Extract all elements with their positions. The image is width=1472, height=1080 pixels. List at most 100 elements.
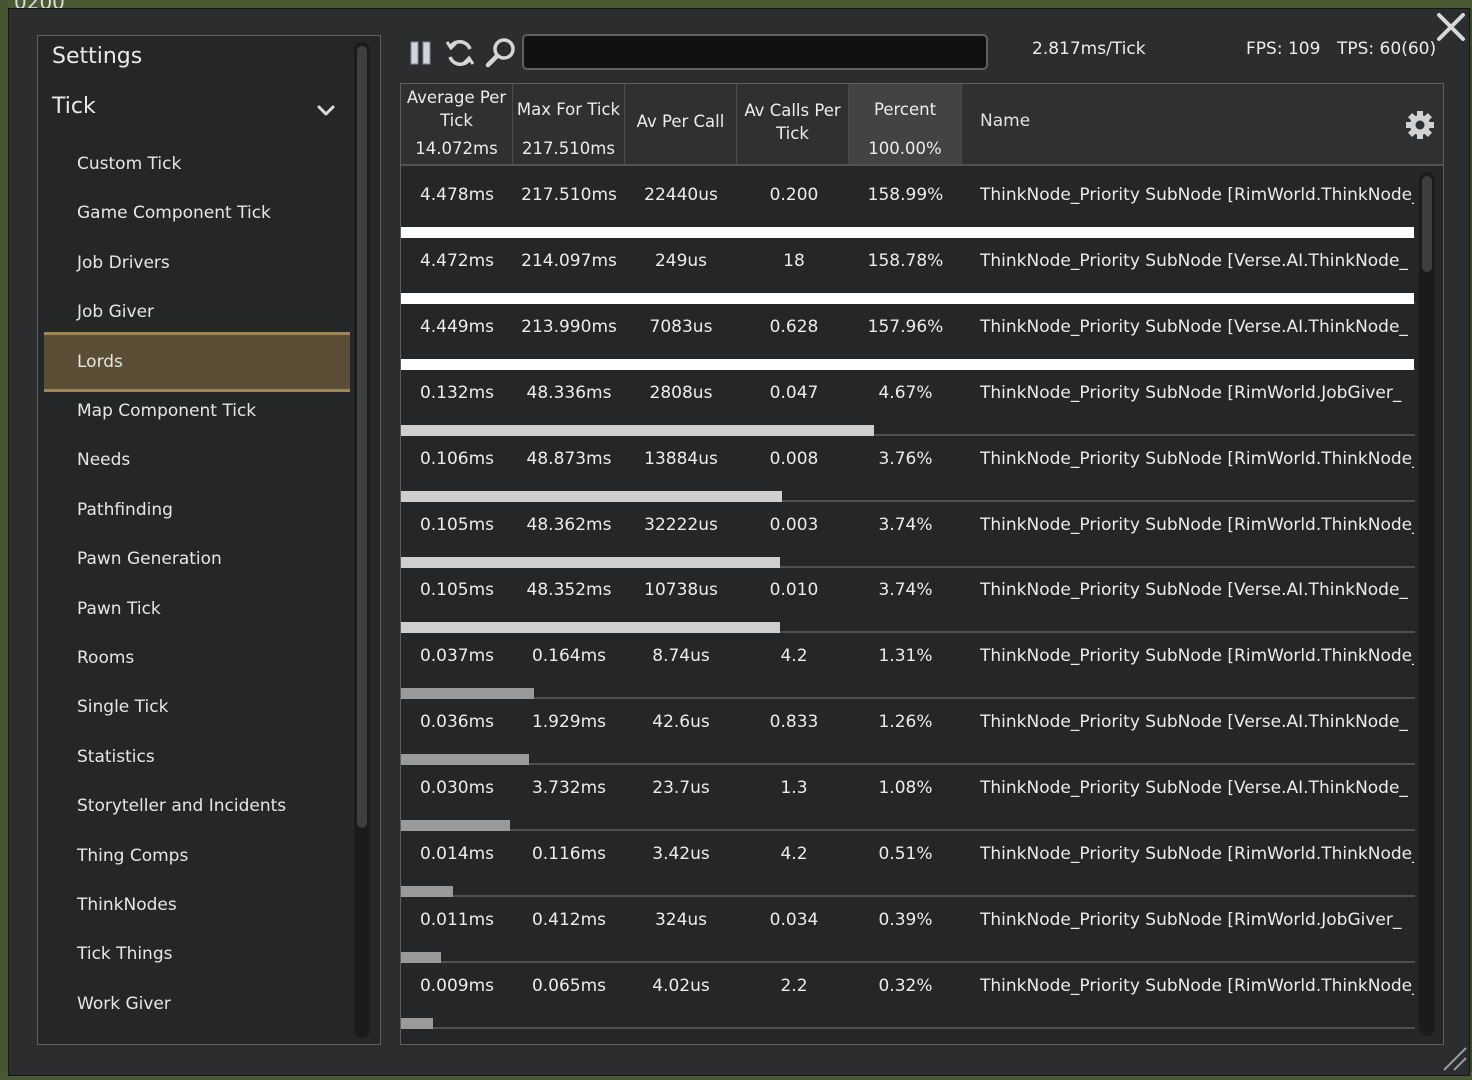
tps-readout: TPS: 60(60): [1337, 39, 1437, 59]
cell-max-for-tick: 0.065ms: [531, 975, 607, 996]
cell-av-calls-per-tick: 1.3: [780, 778, 808, 799]
table-row[interactable]: 0.014ms 0.116ms 3.42us 4.2 0.51% ThinkNode_Pr…: [401, 827, 1415, 897]
table-row[interactable]: 0.030ms 3.732ms 23.7us 1.3 1.08% ThinkNode_Pr…: [401, 761, 1415, 832]
cell-max-for-tick: 213.990ms: [521, 316, 617, 337]
cell-av-calls-per-tick: 0.008: [769, 448, 819, 469]
cell-av-per-call: 8.74us: [652, 646, 710, 667]
cell-av-calls-per-tick: 18: [783, 250, 805, 271]
sidebar-item[interactable]: Job Drivers: [44, 239, 350, 287]
column-average-per-tick[interactable]: Average Per Tick 14.072ms: [401, 84, 513, 164]
sidebar-item[interactable]: ThinkNodes: [44, 881, 350, 929]
column-label: Av Calls Per Tick: [744, 101, 841, 143]
cell-average-per-tick: 0.014ms: [419, 844, 495, 864]
sidebar-item[interactable]: Game Component Tick: [44, 189, 350, 237]
sidebar-item[interactable]: Map Component Tick: [44, 387, 350, 435]
column-label: Percent: [873, 100, 937, 119]
toolbar: 2.817ms/Tick FPS: 109 TPS: 60(60): [400, 30, 1440, 76]
sidebar-item[interactable]: Pawn Generation: [44, 535, 350, 583]
cell-av-per-call: 7083us: [649, 316, 713, 337]
cell-average-per-tick: 0.030ms: [419, 778, 495, 799]
cell-max-for-tick: 0.116ms: [531, 844, 607, 864]
cell-percent: 1.26%: [878, 712, 933, 733]
table-row[interactable]: 4.472ms 214.097ms 249us 18 158.78% ThinkNode_…: [401, 234, 1415, 304]
sidebar-item[interactable]: Single Tick: [44, 683, 350, 731]
sidebar-scrollbar-thumb[interactable]: [357, 46, 367, 828]
column-label: Name: [980, 111, 1031, 131]
cell-max-for-tick: 217.510ms: [521, 185, 617, 205]
table-row[interactable]: 4.478ms 217.510ms 22440us 0.200 158.99% Think…: [401, 168, 1415, 238]
cell-av-per-call: 324us: [654, 909, 708, 930]
table-row[interactable]: 0.132ms 48.336ms 2808us 0.047 4.67% ThinkNode…: [401, 366, 1415, 436]
cell-av-calls-per-tick: 0.010: [769, 580, 819, 601]
fps-readout: FPS: 109: [1246, 39, 1321, 59]
table-row[interactable]: 0.105ms 48.352ms 10738us 0.010 3.74% ThinkNod…: [401, 563, 1415, 634]
column-max-for-tick[interactable]: Max For Tick 217.510ms: [513, 84, 625, 164]
sidebar-item[interactable]: Job Giver: [44, 288, 350, 336]
sidebar-item[interactable]: Tick Things: [44, 930, 350, 978]
search-input[interactable]: [522, 34, 988, 70]
pause-icon[interactable]: [404, 36, 438, 70]
cell-av-per-call: 10738us: [644, 580, 718, 601]
column-name[interactable]: Name: [962, 84, 1422, 164]
table-row[interactable]: 0.106ms 48.873ms 13884us 0.008 3.76% ThinkNod…: [401, 432, 1415, 502]
column-av-calls-per-tick[interactable]: Av Calls Per Tick: [737, 84, 849, 164]
sidebar-item[interactable]: Pawn Tick: [44, 585, 350, 633]
table-row[interactable]: 0.105ms 48.362ms 32222us 0.003 3.74% ThinkNod…: [401, 498, 1415, 568]
cell-average-per-tick: 0.037ms: [419, 646, 495, 667]
table-row[interactable]: 0.009ms 0.065ms 4.02us 2.2 0.32% ThinkNode_Pr…: [401, 959, 1415, 1029]
chevron-down-icon[interactable]: [316, 104, 336, 118]
column-av-per-call[interactable]: Av Per Call: [625, 84, 737, 164]
gear-icon[interactable]: [1405, 110, 1435, 140]
cell-average-per-tick: 0.011ms: [419, 909, 495, 930]
sidebar-settings-title[interactable]: Settings: [52, 44, 142, 69]
column-percent[interactable]: Percent 100.00%: [849, 84, 962, 164]
table-row[interactable]: 4.449ms 213.990ms 7083us 0.628 157.96% ThinkN…: [401, 300, 1415, 370]
column-label: Average Per Tick: [406, 88, 507, 130]
cell-name: ThinkNode_Priority SubNode [RimWorld.Job…: [980, 909, 1402, 930]
sidebar-item[interactable]: Storyteller and Incidents: [44, 782, 350, 830]
sidebar-item[interactable]: Rooms: [44, 634, 350, 682]
refresh-icon[interactable]: [443, 36, 477, 70]
cell-av-per-call: 13884us: [644, 448, 718, 469]
sidebar-item[interactable]: Lords: [44, 331, 350, 392]
search-icon[interactable]: [484, 36, 518, 70]
cell-av-per-call: 22440us: [644, 185, 718, 205]
cell-av-calls-per-tick: 2.2: [780, 975, 808, 996]
table-row[interactable]: 0.036ms 1.929ms 42.6us 0.833 1.26% ThinkNode_…: [401, 695, 1415, 766]
sidebar-section-tick[interactable]: Tick: [52, 94, 96, 119]
category-sidebar: Settings Tick Custom Tick Game Component …: [37, 35, 381, 1045]
cell-av-calls-per-tick: 0.034: [769, 909, 819, 930]
cell-percent: 158.78%: [867, 250, 944, 271]
cell-name: ThinkNode_Priority SubNode [RimWorld.Thi…: [980, 514, 1414, 535]
cell-av-calls-per-tick: 4.2: [780, 646, 808, 667]
table-row[interactable]: 0.011ms 0.412ms 324us 0.034 0.39% ThinkNode_P…: [401, 893, 1415, 963]
cell-percent: 158.99%: [867, 185, 944, 205]
sidebar-item[interactable]: Pathfinding: [44, 486, 350, 534]
cell-av-per-call: 2808us: [649, 382, 713, 403]
game-background-left: [0, 0, 8, 1080]
cell-max-for-tick: 1.929ms: [531, 712, 607, 733]
cell-av-calls-per-tick: 0.003: [769, 514, 819, 535]
cell-percent: 3.74%: [878, 580, 933, 601]
cell-max-for-tick: 48.873ms: [526, 448, 612, 469]
percent-bar: [401, 1017, 433, 1029]
cell-average-per-tick: 4.449ms: [419, 316, 495, 337]
cell-percent: 157.96%: [867, 316, 944, 337]
sidebar-item[interactable]: Statistics: [44, 733, 350, 781]
sidebar-item[interactable]: Thing Comps: [44, 832, 350, 880]
table-scrollbar-thumb[interactable]: [1422, 176, 1432, 272]
cell-av-calls-per-tick: 0.200: [769, 185, 819, 205]
cell-max-for-tick: 48.352ms: [526, 580, 612, 601]
resize-grip-icon[interactable]: [1440, 1044, 1468, 1072]
cell-name: ThinkNode_Priority SubNode [RimWorld.Job…: [980, 382, 1402, 403]
cell-percent: 1.08%: [878, 778, 933, 799]
sidebar-item[interactable]: Custom Tick: [44, 140, 350, 188]
sidebar-item[interactable]: Work Giver: [44, 980, 350, 1028]
sidebar-item[interactable]: Needs: [44, 436, 350, 484]
cell-percent: 0.32%: [878, 975, 933, 996]
table-scrollbar[interactable]: [1419, 172, 1435, 1036]
cell-av-calls-per-tick: 0.628: [769, 316, 819, 337]
cell-average-per-tick: 0.009ms: [419, 975, 495, 996]
table-row[interactable]: 0.037ms 0.164ms 8.74us 4.2 1.31% ThinkNode_Pr…: [401, 629, 1415, 700]
cell-av-per-call: 23.7us: [652, 778, 710, 799]
